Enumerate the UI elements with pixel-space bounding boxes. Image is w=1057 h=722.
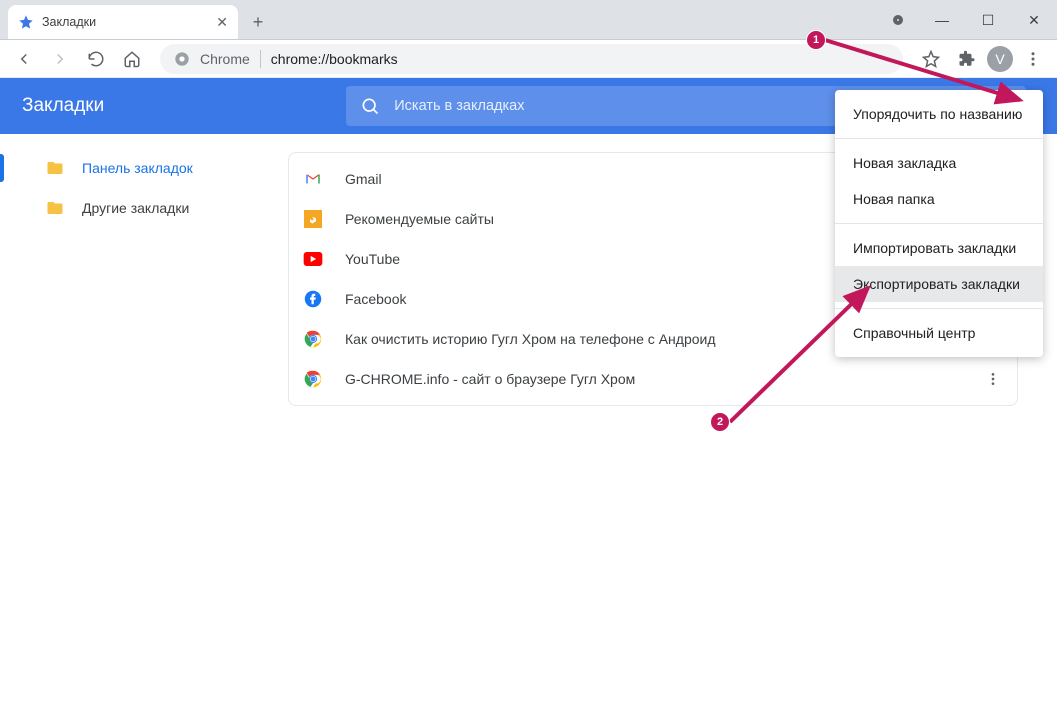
more-button[interactable] bbox=[979, 365, 1007, 393]
bookmark-label: Рекомендуемые сайты bbox=[345, 211, 494, 227]
plus-icon: + bbox=[253, 12, 264, 33]
menu-new-bookmark[interactable]: Новая закладка bbox=[835, 145, 1043, 181]
search-icon bbox=[360, 96, 380, 116]
page-title: Закладки bbox=[22, 95, 104, 117]
tab-title: Закладки bbox=[42, 15, 96, 29]
youtube-icon bbox=[303, 249, 323, 269]
bookmark-label: G-CHROME.info - сайт о браузере Гугл Хро… bbox=[345, 371, 635, 387]
sidebar-item-other-bookmarks[interactable]: Другие закладки bbox=[0, 188, 280, 228]
bookmark-item[interactable]: G-CHROME.info - сайт о браузере Гугл Хро… bbox=[289, 359, 1017, 399]
close-tab-icon[interactable]: ✕ bbox=[216, 14, 228, 31]
folder-icon bbox=[46, 159, 64, 177]
chrome-logo-icon bbox=[174, 51, 190, 67]
bookmark-label: Facebook bbox=[345, 291, 406, 307]
omnibox-url: chrome://bookmarks bbox=[271, 51, 398, 67]
browser-tab[interactable]: Закладки ✕ bbox=[8, 5, 238, 39]
menu-separator bbox=[835, 308, 1043, 309]
menu-separator bbox=[835, 138, 1043, 139]
gmail-icon bbox=[303, 169, 323, 189]
menu-import-bookmarks[interactable]: Импортировать закладки bbox=[835, 230, 1043, 266]
menu-export-bookmarks[interactable]: Экспортировать закладки bbox=[835, 266, 1043, 302]
menu-help-center[interactable]: Справочный центр bbox=[835, 315, 1043, 351]
account-indicator-icon[interactable] bbox=[893, 15, 903, 25]
forward-button[interactable] bbox=[44, 43, 76, 75]
menu-sort-by-name[interactable]: Упорядочить по названию bbox=[835, 96, 1043, 132]
sidebar-item-label: Панель закладок bbox=[82, 160, 193, 176]
address-bar[interactable]: Chrome chrome://bookmarks bbox=[160, 44, 903, 74]
close-window-button[interactable]: ✕ bbox=[1011, 4, 1057, 36]
menu-separator bbox=[835, 223, 1043, 224]
menu-new-folder[interactable]: Новая папка bbox=[835, 181, 1043, 217]
sidebar-item-bookmarks-bar[interactable]: Панель закладок bbox=[0, 148, 280, 188]
bookmark-label: Gmail bbox=[345, 171, 382, 187]
window-controls: — ☐ ✕ bbox=[893, 0, 1057, 40]
chrome-icon bbox=[303, 329, 323, 349]
bookmark-label: YouTube bbox=[345, 251, 400, 267]
omnibox-scheme-label: Chrome bbox=[200, 51, 250, 67]
reload-button[interactable] bbox=[80, 43, 112, 75]
extensions-button[interactable] bbox=[951, 43, 983, 75]
maximize-button[interactable]: ☐ bbox=[965, 4, 1011, 36]
bookmark-label: Как очистить историю Гугл Хром на телефо… bbox=[345, 331, 716, 347]
minimize-button[interactable]: — bbox=[919, 4, 965, 36]
bookmark-star-button[interactable] bbox=[915, 43, 947, 75]
browser-toolbar: Chrome chrome://bookmarks V bbox=[0, 40, 1057, 78]
home-button[interactable] bbox=[116, 43, 148, 75]
divider bbox=[260, 50, 261, 68]
bing-icon bbox=[303, 209, 323, 229]
window-tab-strip: Закладки ✕ + — ☐ ✕ bbox=[0, 0, 1057, 40]
profile-avatar[interactable]: V bbox=[987, 46, 1013, 72]
folder-icon bbox=[46, 199, 64, 217]
new-tab-button[interactable]: + bbox=[244, 8, 272, 36]
back-button[interactable] bbox=[8, 43, 40, 75]
chrome-icon bbox=[303, 369, 323, 389]
organize-menu: Упорядочить по названию Новая закладка Н… bbox=[835, 90, 1043, 357]
bookmarks-sidebar: Панель закладок Другие закладки bbox=[0, 134, 280, 722]
facebook-icon bbox=[303, 289, 323, 309]
sidebar-item-label: Другие закладки bbox=[82, 200, 189, 216]
browser-menu-button[interactable] bbox=[1017, 43, 1049, 75]
star-icon bbox=[18, 14, 34, 30]
